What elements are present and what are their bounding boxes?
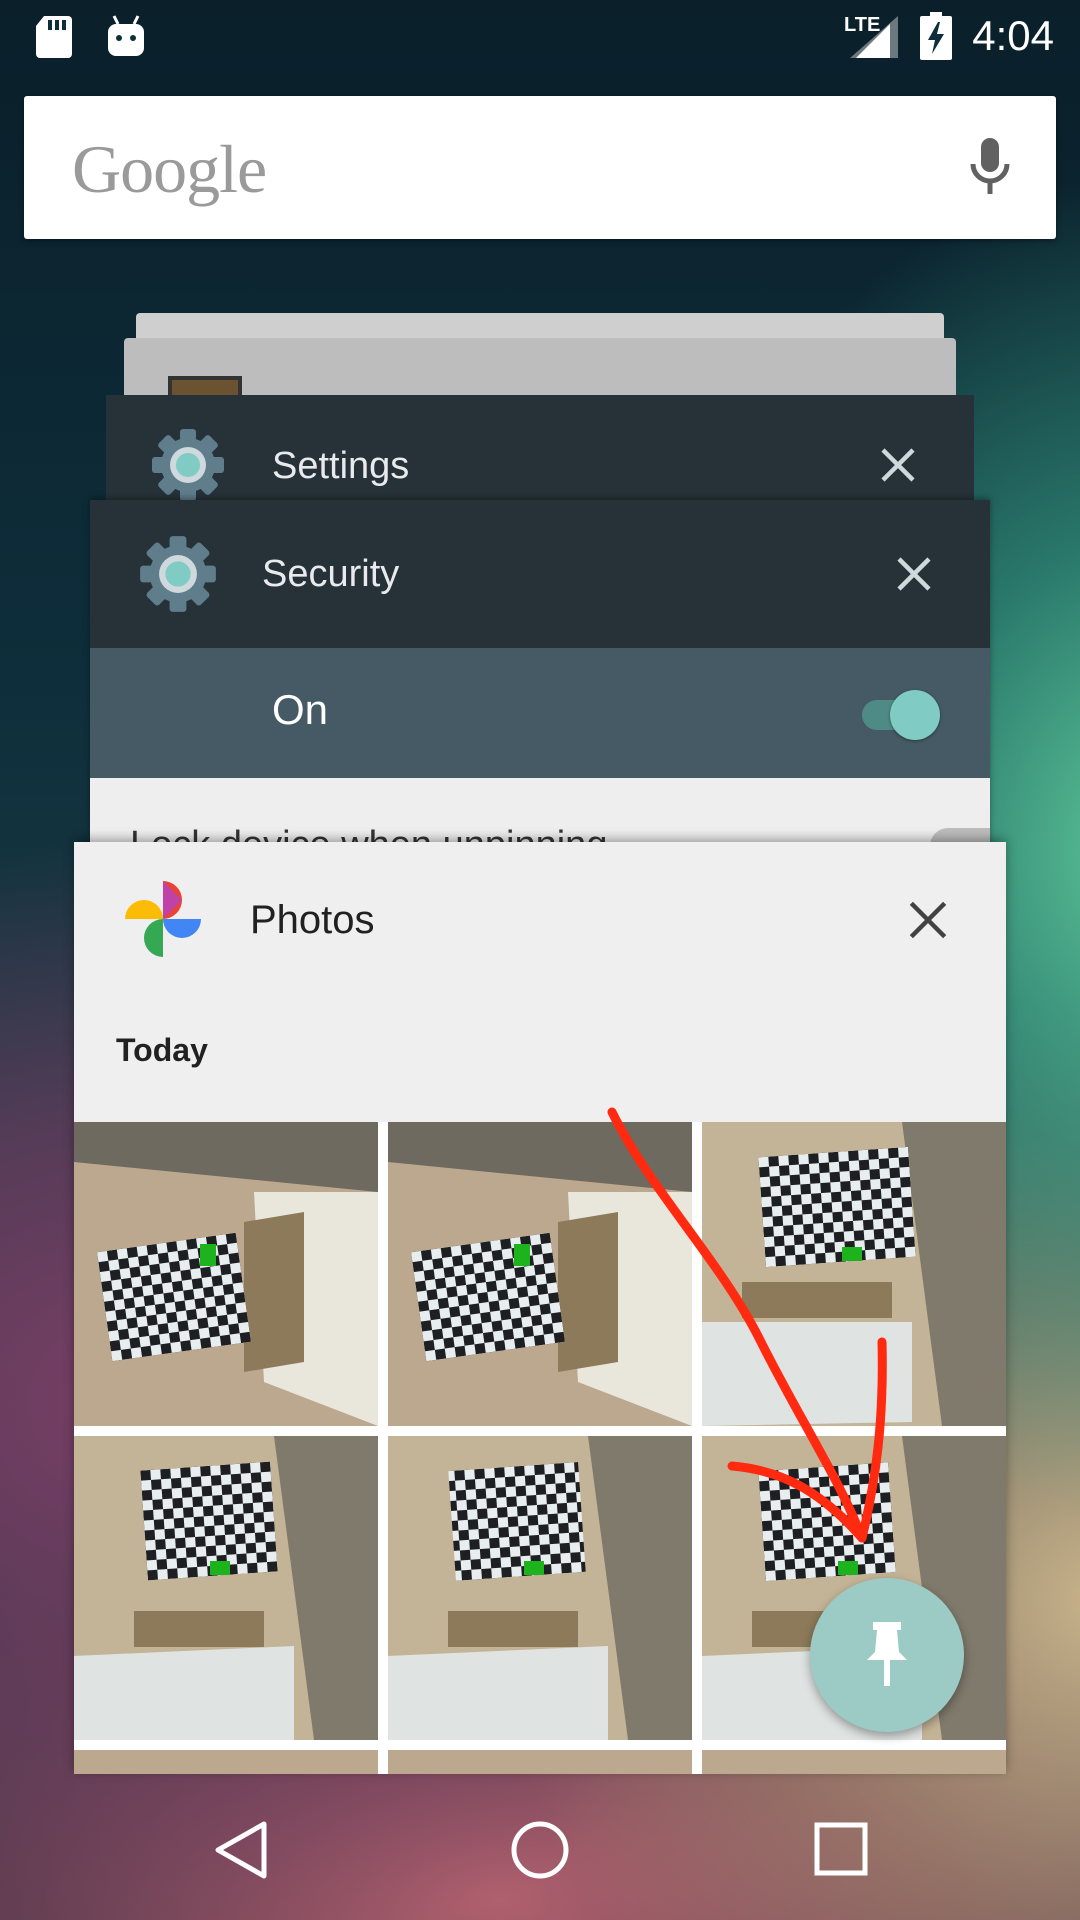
home-circle-icon[interactable] bbox=[510, 1820, 570, 1880]
back-triangle-icon[interactable] bbox=[212, 1820, 268, 1880]
navigation-bar bbox=[0, 1776, 1080, 1920]
recents-square-icon[interactable] bbox=[814, 1822, 868, 1876]
annotation-arrow bbox=[607, 1107, 887, 1543]
